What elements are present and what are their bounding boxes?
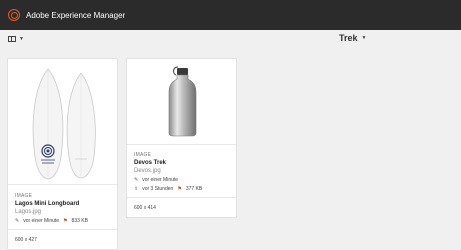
- chevron-down-icon: ▼: [19, 36, 24, 42]
- published-time: vor 3 Stunden: [142, 186, 174, 192]
- card-divider: [127, 197, 236, 198]
- modified-time: vor einer Minute: [23, 218, 60, 224]
- asset-meta-row-modified: ✎ vor einer Minute: [134, 177, 178, 183]
- file-size: 377 KB: [185, 186, 203, 192]
- asset-title[interactable]: Lagos Mini Longboard: [15, 201, 79, 207]
- flag-icon: ⚑: [63, 218, 68, 224]
- folder-title-dropdown[interactable]: Trek ▼: [339, 33, 366, 43]
- asset-thumbnail[interactable]: [8, 59, 117, 184]
- file-size: 833 KB: [71, 218, 88, 224]
- modified-time: vor einer Minute: [142, 177, 179, 183]
- aem-logo-icon[interactable]: [8, 9, 20, 21]
- top-navigation-bar: Adobe Experience Manager: [0, 0, 461, 30]
- asset-type: IMAGE: [134, 152, 152, 158]
- asset-meta-row-published: ⇪ vor 3 Stunden ⚑ 377 KB: [134, 186, 202, 192]
- water-bottle-image: [127, 59, 236, 144]
- action-bar: ▼ Trek ▼: [0, 30, 461, 48]
- asset-card-lagos[interactable]: IMAGE Lagos Mini Longboard Lagos.jpg ✎ v…: [7, 58, 118, 250]
- pencil-icon: ✎: [15, 218, 20, 224]
- flag-icon: ⚑: [177, 186, 182, 192]
- asset-thumbnail[interactable]: [127, 59, 236, 144]
- asset-card-devos[interactable]: IMAGE Devos Trek Devos.jpg ✎ vor einer M…: [126, 58, 237, 218]
- chevron-down-icon: ▼: [361, 35, 367, 41]
- card-divider: [127, 144, 236, 145]
- surfboards-image: [8, 59, 117, 184]
- card-divider: [8, 184, 117, 185]
- asset-filename: Lagos.jpg: [15, 209, 42, 215]
- rail-icon: [8, 36, 16, 42]
- card-divider: [8, 229, 117, 230]
- asset-type: IMAGE: [15, 193, 33, 199]
- image-dimensions: 600 x 427: [15, 237, 37, 243]
- publish-icon: ⇪: [134, 186, 139, 192]
- rail-toggle-button[interactable]: ▼: [8, 36, 24, 42]
- asset-meta-row: ✎ vor einer Minute ⚑ 833 KB: [15, 218, 88, 224]
- app-title[interactable]: Adobe Experience Manager: [26, 11, 125, 20]
- image-dimensions: 600 x 414: [134, 205, 156, 211]
- folder-title: Trek: [339, 33, 358, 43]
- asset-title[interactable]: Devos Trek: [134, 160, 166, 166]
- pencil-icon: ✎: [134, 177, 139, 183]
- asset-filename: Devos.jpg: [134, 168, 161, 174]
